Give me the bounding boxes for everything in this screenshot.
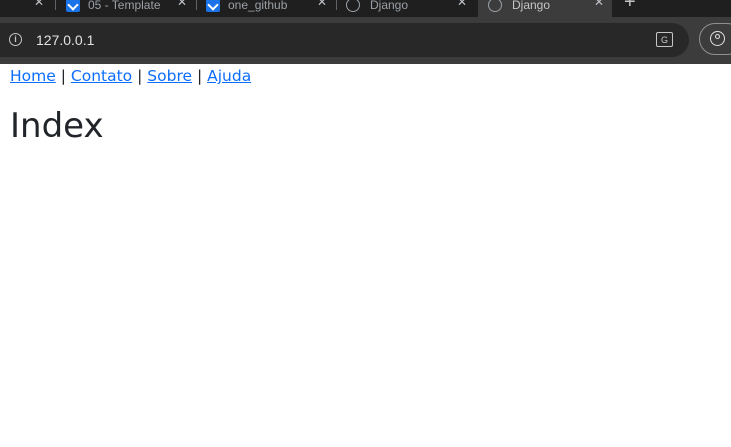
globe-icon — [488, 0, 502, 12]
tab-title: Django — [370, 0, 409, 12]
tab-partial[interactable]: r ✕ — [0, 0, 52, 17]
site-nav: Home | Contato | Sobre | Ajuda — [10, 67, 251, 85]
nav-link-ajuda[interactable]: Ajuda — [207, 67, 251, 85]
tab-close-icon[interactable]: ✕ — [34, 0, 44, 9]
page-content: Home | Contato | Sobre | Ajuda Index — [0, 64, 731, 447]
browser-tab-strip: r ✕ 05 - Template ✕ one_github ✕ Django … — [0, 0, 731, 17]
nav-link-sobre[interactable]: Sobre — [147, 67, 192, 85]
tab-django[interactable]: Django ✕ — [340, 0, 475, 17]
tab-github[interactable]: one_github ✕ — [200, 0, 335, 17]
page-title: Index — [10, 106, 104, 146]
tab-title: Django — [512, 0, 551, 12]
site-favicon-icon — [66, 0, 80, 12]
profile-avatar-icon — [710, 31, 725, 46]
nav-link-contato[interactable]: Contato — [71, 67, 132, 85]
nav-separator: | — [196, 67, 203, 85]
site-info-icon[interactable]: i — [9, 33, 22, 46]
profile-button[interactable] — [699, 23, 731, 55]
tab-template[interactable]: 05 - Template ✕ — [60, 0, 195, 17]
nav-link-home[interactable]: Home — [10, 67, 56, 85]
nav-separator: | — [60, 67, 66, 85]
tab-title: one_github — [228, 0, 288, 12]
tab-title: 05 - Template — [88, 0, 161, 12]
globe-icon — [346, 0, 360, 12]
translate-icon[interactable]: G — [656, 32, 673, 47]
tab-separator — [55, 0, 56, 10]
site-favicon-icon — [206, 0, 220, 12]
tab-close-icon[interactable]: ✕ — [317, 0, 327, 9]
tab-close-icon[interactable]: ✕ — [457, 0, 467, 9]
nav-separator: | — [137, 67, 143, 85]
new-tab-button[interactable]: + — [624, 0, 636, 14]
tab-django-active[interactable]: Django ✕ — [478, 0, 612, 17]
address-bar[interactable]: i 127.0.0.1 G — [0, 23, 689, 57]
tab-close-icon[interactable]: ✕ — [594, 0, 604, 9]
browser-toolbar: i 127.0.0.1 G — [0, 17, 731, 64]
tab-separator — [336, 0, 337, 10]
tab-close-icon[interactable]: ✕ — [177, 0, 187, 9]
tab-separator — [196, 0, 197, 10]
address-url[interactable]: 127.0.0.1 — [36, 32, 94, 48]
